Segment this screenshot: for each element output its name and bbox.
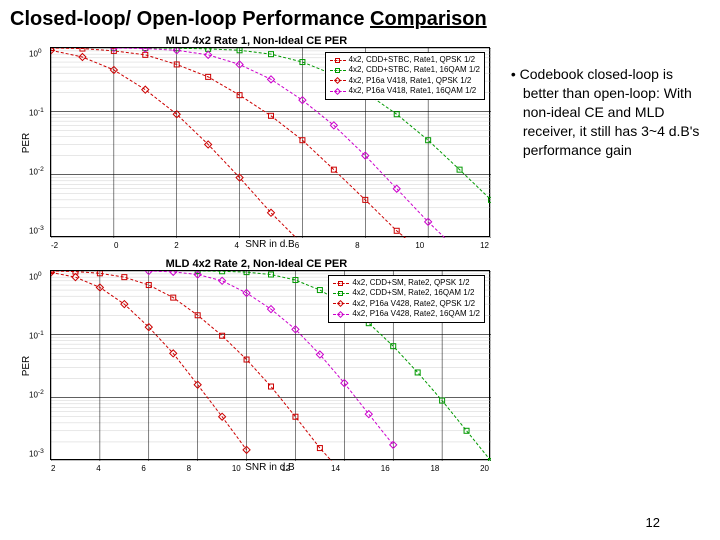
chart-2: MLD 4x2 Rate 2, Non-Ideal CE PER PER 4x2… [10, 258, 503, 473]
chart-2-plot: 4x2, CDD+SM, Rate2, QPSK 1/24x2, CDD+SM,… [50, 270, 490, 460]
charts-column: MLD 4x2 Rate 1, Non-Ideal CE PER PER 4x2… [10, 35, 503, 481]
chart-2-xticks: 2468101214161820 [51, 464, 489, 473]
chart-1-legend: 4x2, CDD+STBC, Rate1, QPSK 1/24x2, CDD+S… [325, 52, 485, 100]
chart-1-xticks: -2024681012 [51, 241, 489, 250]
chart-1-title: MLD 4x2 Rate 1, Non-Ideal CE PER [10, 35, 503, 47]
title-underlined: Comparison [370, 8, 487, 30]
bullet-1: • Codebook closed-loop is better than op… [511, 65, 706, 159]
chart-2-yticks: 10010-110-210-3 [29, 271, 44, 459]
bullet-1-text: Codebook closed-loop is better than open… [520, 66, 700, 158]
chart-1: MLD 4x2 Rate 1, Non-Ideal CE PER PER 4x2… [10, 35, 503, 250]
chart-1-yticks: 10010-110-210-3 [29, 48, 44, 236]
title-text: Closed-loop/ Open-loop Performance [10, 8, 370, 30]
chart-2-title: MLD 4x2 Rate 2, Non-Ideal CE PER [10, 258, 503, 270]
chart-2-legend: 4x2, CDD+SM, Rate2, QPSK 1/24x2, CDD+SM,… [328, 275, 485, 323]
page-number: 12 [646, 515, 660, 530]
chart-1-plot: 4x2, CDD+STBC, Rate1, QPSK 1/24x2, CDD+S… [50, 47, 490, 237]
page-title: Closed-loop/ Open-loop Performance Compa… [0, 0, 720, 35]
side-notes: • Codebook closed-loop is better than op… [503, 35, 710, 481]
